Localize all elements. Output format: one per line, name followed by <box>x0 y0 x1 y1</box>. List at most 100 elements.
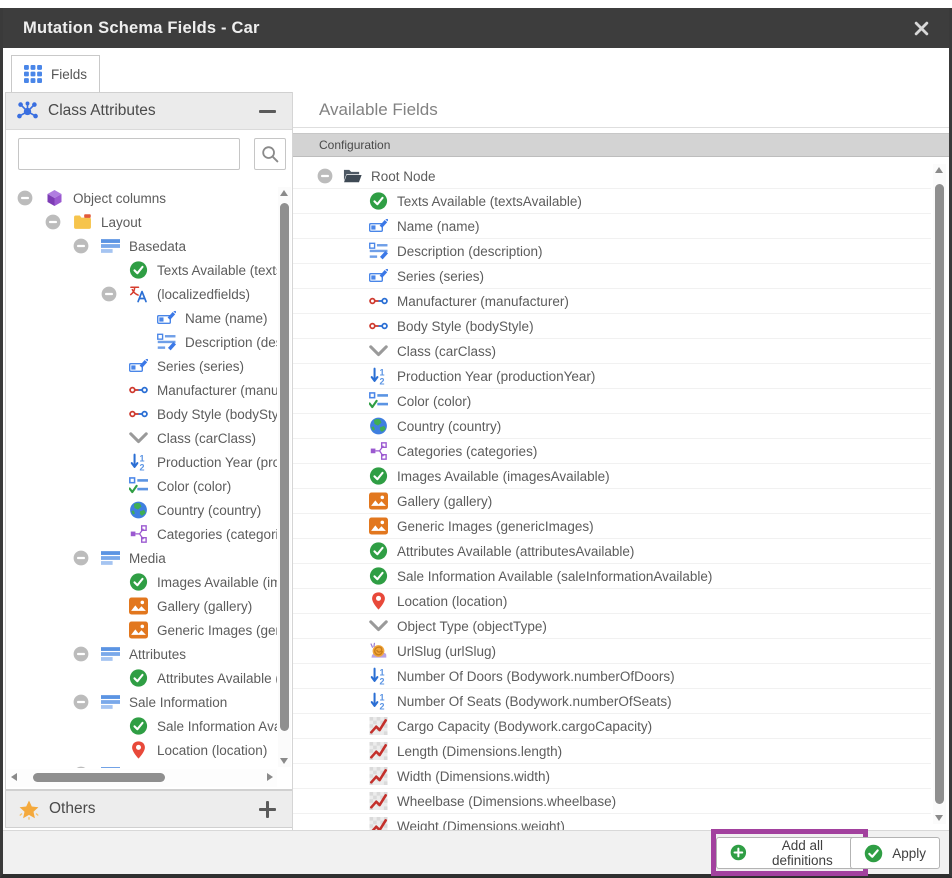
scrollbar-thumb[interactable] <box>33 773 165 782</box>
tree-item[interactable]: Sale Information Available (saleInformat… <box>293 564 931 589</box>
tree-item[interactable]: Description (description) <box>293 239 931 264</box>
tree-item[interactable]: Object Type (objectType) <box>293 614 931 639</box>
scroll-right-icon[interactable] <box>267 773 273 781</box>
tree-item[interactable]: Country (country) <box>7 498 277 522</box>
tree-item[interactable]: Name (name) <box>7 306 277 330</box>
tree-item-label: Class (carClass) <box>397 344 496 359</box>
tree-item[interactable]: UrlSlug (urlSlug) <box>293 639 931 664</box>
scrollbar-thumb[interactable] <box>935 184 944 804</box>
search-button[interactable] <box>254 138 286 170</box>
tree-item[interactable]: Attributes Available (attributesAvailabl… <box>293 539 931 564</box>
tree-item[interactable]: (localizedfields) <box>7 282 277 306</box>
tree-item[interactable]: Images Available (imagesAvailable) <box>7 570 277 594</box>
tree-item[interactable]: Generic Images (genericImages) <box>293 514 931 539</box>
tree-item-label: Attributes Available (attributesAvailabl… <box>397 544 634 559</box>
others-panel-header[interactable]: Others <box>5 790 293 828</box>
class-attributes-header[interactable]: Class Attributes <box>6 93 292 130</box>
tree-item[interactable]: Wheelbase (Dimensions.wheelbase) <box>293 789 931 814</box>
collapse-toggle-icon[interactable] <box>73 694 89 710</box>
dialog-titlebar: Mutation Schema Fields - Car <box>3 8 949 48</box>
apply-button[interactable]: Apply <box>850 837 940 869</box>
tree-item[interactable]: Cargo Capacity (Bodywork.cargoCapacity) <box>293 714 931 739</box>
tree-item[interactable]: Length (Dimensions.length) <box>293 739 931 764</box>
indent-spacer <box>129 318 157 319</box>
scroll-up-icon[interactable] <box>280 190 288 196</box>
scroll-up-icon[interactable] <box>935 167 943 173</box>
tree-item[interactable]: Color (color) <box>293 389 931 414</box>
collapse-toggle-icon[interactable] <box>73 766 89 768</box>
tree-item[interactable]: Sale Information Available (saleInformat… <box>7 714 277 738</box>
tree-item[interactable] <box>7 762 277 768</box>
tree-item-label: Texts Available (textsAvailable) <box>397 194 582 209</box>
tree-item[interactable]: Categories (categories) <box>293 439 931 464</box>
add-all-definitions-button[interactable]: Add all definitions <box>716 837 863 869</box>
collapse-panel-icon[interactable] <box>259 110 276 113</box>
scroll-down-icon[interactable] <box>280 758 288 764</box>
collapse-toggle-icon[interactable] <box>17 190 33 206</box>
tree-item[interactable]: Name (name) <box>293 214 931 239</box>
tree-item[interactable]: Attributes Available (attributesAvailabl… <box>7 666 277 690</box>
tree-item[interactable]: Sale Information <box>7 690 277 714</box>
tree-item[interactable]: Country (country) <box>293 414 931 439</box>
tree-item[interactable]: 12Number Of Doors (Bodywork.numberOfDoor… <box>293 664 931 689</box>
tree-item[interactable]: Class (carClass) <box>293 339 931 364</box>
tree-item[interactable]: Location (location) <box>7 738 277 762</box>
tree-item[interactable]: Attributes <box>7 642 277 666</box>
scroll-down-icon[interactable] <box>935 815 943 821</box>
tree-item[interactable]: Weight (Dimensions.weight) <box>293 814 931 830</box>
tree-item[interactable]: Series (series) <box>293 264 931 289</box>
tree-item[interactable]: Root Node <box>293 164 931 189</box>
collapse-toggle-icon[interactable] <box>45 214 61 230</box>
left-horizontal-scrollbar[interactable] <box>7 769 277 787</box>
collapse-toggle-icon[interactable] <box>101 286 117 302</box>
indent-spacer <box>343 376 369 377</box>
left-vertical-scrollbar[interactable] <box>278 187 291 767</box>
indent-spacer <box>343 726 369 727</box>
collapse-toggle-icon[interactable] <box>73 550 89 566</box>
expand-panel-icon[interactable] <box>259 801 276 818</box>
tree-item[interactable]: Basedata <box>7 234 277 258</box>
scroll-left-icon[interactable] <box>11 773 17 781</box>
collapse-toggle-icon[interactable] <box>73 238 89 254</box>
tree-item[interactable]: Body Style (bodyStyle) <box>7 402 277 426</box>
numeric-icon: 12 <box>369 692 388 710</box>
tree-item[interactable]: Color (color) <box>7 474 277 498</box>
tree-item[interactable]: Width (Dimensions.width) <box>293 764 931 789</box>
tree-item[interactable]: Series (series) <box>7 354 277 378</box>
image-icon <box>129 597 148 615</box>
tree-item[interactable]: Description (description) <box>7 330 277 354</box>
indent-spacer <box>101 366 129 367</box>
tree-item[interactable]: Layout <box>7 210 277 234</box>
tree-item-label: Object Type (objectType) <box>397 619 547 634</box>
close-icon[interactable] <box>914 21 929 36</box>
scrollbar-thumb[interactable] <box>280 203 289 731</box>
search-input[interactable] <box>18 138 240 170</box>
tree-item[interactable]: Class (carClass) <box>7 426 277 450</box>
tree-item[interactable]: 12Production Year (productionYear) <box>293 364 931 389</box>
tree-item[interactable]: Texts Available (textsAvailable) <box>7 258 277 282</box>
collapse-toggle-icon[interactable] <box>73 646 89 662</box>
right-vertical-scrollbar[interactable] <box>933 164 946 824</box>
tree-item[interactable]: Categories (categories) <box>7 522 277 546</box>
tree-item[interactable]: Generic Images (genericImages) <box>7 618 277 642</box>
tree-item[interactable]: Location (location) <box>293 589 931 614</box>
tree-item[interactable]: Texts Available (textsAvailable) <box>293 189 931 214</box>
tree-item[interactable]: Gallery (gallery) <box>7 594 277 618</box>
tree-item[interactable]: 12Production Year (productionYear) <box>7 450 277 474</box>
collapse-toggle-icon[interactable] <box>317 168 333 184</box>
tree-item[interactable]: Body Style (bodyStyle) <box>293 314 931 339</box>
tree-item[interactable]: 12Number Of Seats (Bodywork.numberOfSeat… <box>293 689 931 714</box>
tree-item[interactable]: Object columns <box>7 186 277 210</box>
indent-spacer <box>101 582 129 583</box>
cube-icon <box>45 189 64 207</box>
tree-item[interactable]: Images Available (imagesAvailable) <box>293 464 931 489</box>
tree-item-label: Location (location) <box>397 594 507 609</box>
numeric-icon: 12 <box>369 367 388 385</box>
tab-fields[interactable]: Fields <box>11 55 100 92</box>
tree-item[interactable]: Manufacturer (manufacturer) <box>293 289 931 314</box>
others-title: Others <box>49 800 96 818</box>
select-icon <box>369 342 388 360</box>
tree-item[interactable]: Gallery (gallery) <box>293 489 931 514</box>
tree-item[interactable]: Manufacturer (manufacturer) <box>7 378 277 402</box>
tree-item[interactable]: Media <box>7 546 277 570</box>
